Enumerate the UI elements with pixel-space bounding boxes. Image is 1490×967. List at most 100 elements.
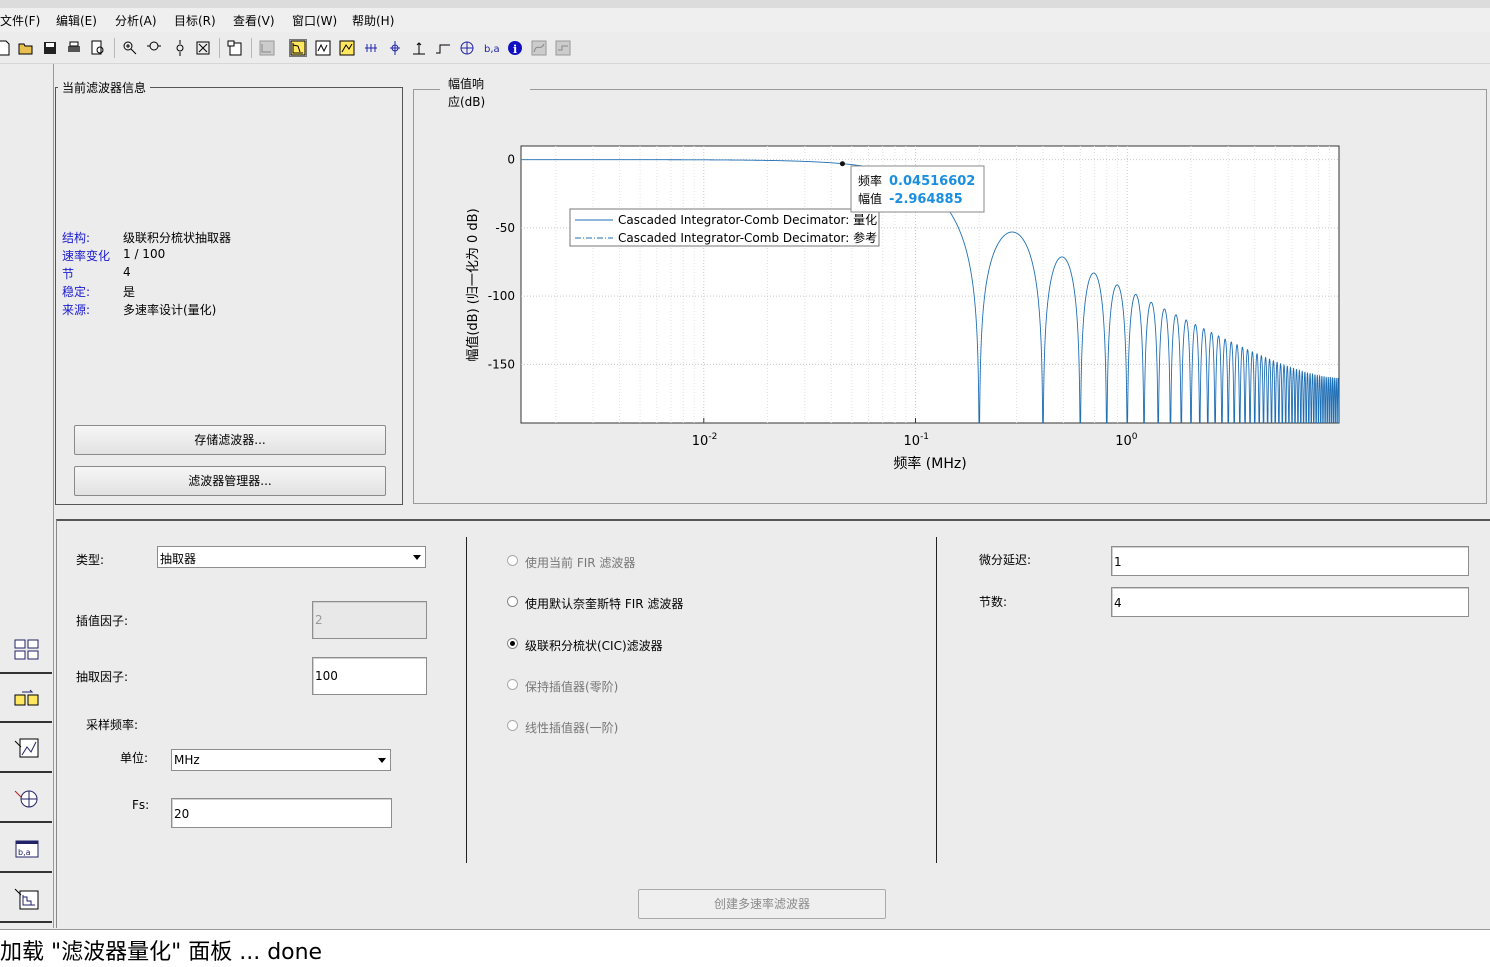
filter-spec-icon	[259, 40, 275, 56]
legend-entry-reference: Cascaded Integrator-Comb Decimator: 参考	[618, 230, 877, 245]
data-tip-mag-label: 幅值	[858, 191, 882, 206]
create-multirate-filter-button[interactable]: 创建多速率滤波器	[638, 889, 886, 919]
type-select-value: 抽取器	[160, 552, 197, 566]
y-tick-label: 0	[507, 153, 515, 167]
quantization-noise-icon	[555, 40, 571, 56]
radio-dot	[507, 638, 518, 649]
decim-factor-input[interactable]: 100	[312, 657, 427, 695]
radio-current-fir-label: 使用当前 FIR 滤波器	[525, 556, 636, 570]
info-value-stable: 是	[123, 285, 136, 299]
legend-entry-quantized: Cascaded Integrator-Comb Decimator: 量化	[618, 213, 877, 227]
x-tick-label: 10-2	[692, 432, 718, 449]
divider	[466, 537, 467, 863]
zoom-x-icon[interactable]	[146, 40, 162, 56]
transform-icon	[14, 639, 39, 660]
sidebar-import-button[interactable]: b,a	[0, 825, 52, 873]
radio-cic-filter-label: 级联积分梳状(CIC)滤波器	[525, 639, 663, 653]
pole-zero-icon[interactable]	[459, 40, 475, 56]
unit-select-value: MHz	[174, 753, 200, 767]
diff-delay-input[interactable]: 1	[1111, 546, 1469, 576]
radio-dot	[507, 596, 518, 607]
svg-text:i: i	[513, 43, 517, 56]
new-window-icon[interactable]	[227, 40, 243, 56]
info-key-structure: 结构:	[62, 231, 91, 245]
sections-label: 节数:	[979, 595, 1008, 609]
sidebar-transform-button[interactable]	[0, 626, 52, 674]
phase-response-icon[interactable]	[315, 40, 331, 56]
chart-legend[interactable]: Cascaded Integrator-Comb Decimator: 量化 C…	[569, 208, 880, 247]
menu-bar: 文件(F) 编辑(E) 分析(A) 目标(R) 查看(V) 窗口(W) 帮助(H…	[0, 0, 1490, 32]
zoom-in-icon[interactable]	[122, 40, 138, 56]
unit-label: 单位:	[120, 751, 149, 765]
toolbar: b,a i	[0, 32, 1490, 64]
y-tick-label: -50	[495, 221, 515, 235]
chevron-down-icon	[378, 758, 386, 763]
menu-view[interactable]: 查看(V)	[233, 12, 275, 29]
radio-dot	[507, 555, 518, 566]
multirate-icon	[14, 689, 39, 706]
data-tip-freq-value: 0.04516602	[889, 174, 975, 189]
data-tip-marker	[839, 161, 845, 167]
info-icon[interactable]: i	[507, 40, 523, 56]
magnitude-response-chart[interactable]: 0 -50 -100 -150 10-2 10-1 100 幅值(dB) (归一化为 0 …	[413, 89, 1487, 504]
chevron-down-icon	[413, 555, 421, 560]
zoom-y-icon[interactable]	[172, 40, 188, 56]
filter-info-title: 当前滤波器信息	[58, 79, 151, 96]
y-tick-label: -100	[488, 289, 515, 303]
phase-delay-icon[interactable]	[387, 40, 403, 56]
menu-edit[interactable]: 编辑(E)	[56, 12, 97, 29]
print-preview-icon[interactable]	[90, 40, 106, 56]
x-tick-label: 100	[1115, 432, 1138, 449]
svg-text:b,a: b,a	[484, 44, 499, 55]
sidebar-design-button[interactable]	[0, 725, 52, 773]
menu-analysis[interactable]: 分析(A)	[115, 12, 157, 29]
save-icon[interactable]	[42, 40, 58, 56]
menu-window[interactable]: 窗口(W)	[292, 12, 337, 29]
info-value-rate-change: 1 / 100	[123, 247, 166, 261]
open-folder-icon[interactable]	[18, 40, 34, 56]
menu-file[interactable]: 文件(F)	[0, 12, 40, 29]
coefficients-icon[interactable]: b,a	[483, 40, 499, 56]
info-key-stable: 稳定:	[62, 285, 91, 299]
menu-help[interactable]: 帮助(H)	[352, 12, 394, 29]
store-filter-button[interactable]: 存储滤波器...	[74, 425, 386, 455]
data-tip-freq-label: 频率	[858, 173, 882, 188]
unit-select[interactable]: MHz	[171, 749, 391, 771]
magnitude-response-icon[interactable]	[289, 39, 307, 57]
type-select[interactable]: 抽取器	[157, 546, 426, 568]
divider	[936, 537, 937, 863]
data-tip-mag-value: -2.964885	[889, 192, 963, 207]
full-view-icon[interactable]	[195, 40, 211, 56]
radio-linear-interpolator-label: 线性插值器(一阶)	[525, 721, 619, 735]
sidebar-quantize-button[interactable]	[0, 875, 52, 923]
y-tick-labels: 0 -50 -100 -150	[488, 153, 515, 372]
step-response-icon[interactable]	[435, 40, 451, 56]
sampling-frequency-label: 采样频率:	[86, 718, 139, 732]
sections-input[interactable]: 4	[1111, 587, 1469, 617]
radio-default-nyquist-fir-label: 使用默认奈奎斯特 FIR 滤波器	[525, 597, 684, 611]
info-key-rate-change: 速率变化	[62, 249, 111, 263]
info-value-source: 多速率设计(量化)	[123, 303, 217, 317]
data-tip[interactable]: 频率 0.04516602 幅值 -2.964885	[839, 161, 985, 213]
multirate-design-panel	[56, 519, 1490, 928]
sidebar-multirate-button[interactable]	[0, 675, 52, 723]
info-value-sections: 4	[123, 265, 131, 279]
cost-icon	[531, 40, 547, 56]
radio-hold-interpolator-label: 保持插值器(零阶)	[525, 680, 619, 694]
filter-manager-button[interactable]: 滤波器管理器...	[74, 466, 386, 496]
quantize-icon	[14, 888, 39, 910]
interp-factor-input[interactable]: 2	[312, 601, 427, 639]
new-file-icon[interactable]	[0, 40, 12, 56]
sidebar-pole-zero-button[interactable]	[0, 775, 52, 823]
mag-phase-icon[interactable]	[339, 40, 355, 56]
group-delay-icon[interactable]	[363, 40, 379, 56]
x-tick-label: 10-1	[904, 432, 930, 449]
info-key-source: 来源:	[62, 303, 91, 317]
svg-text:b,a: b,a	[18, 848, 31, 857]
print-icon[interactable]	[66, 40, 82, 56]
fs-label: Fs:	[132, 798, 150, 812]
impulse-response-icon[interactable]	[411, 40, 427, 56]
fs-input[interactable]: 20	[171, 798, 392, 828]
menu-targets[interactable]: 目标(R)	[174, 12, 216, 29]
y-axis-label: 幅值(dB) (归一化为 0 dB)	[465, 208, 481, 361]
